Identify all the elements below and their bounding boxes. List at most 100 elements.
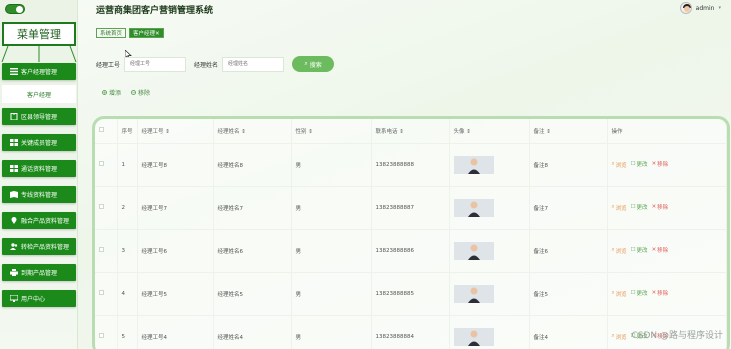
row-select-cell[interactable] [95, 186, 118, 230]
edit-button[interactable]: ☐ 更改 [631, 203, 648, 211]
sidebar-item-label: 融合产品资料管理 [21, 218, 70, 225]
cell-phone: 13823888888 [371, 143, 450, 187]
row-delete-button[interactable]: ✕ 移除 [652, 289, 669, 297]
view-button[interactable]: ⌕ 浏览 [612, 290, 627, 298]
row-select-cell[interactable] [95, 272, 118, 316]
row-checkbox[interactable] [99, 290, 104, 295]
view-button[interactable]: ⌕ 浏览 [612, 161, 627, 169]
delete-button[interactable]: − 移除 [131, 88, 150, 97]
cell-manager-id: 经理工号7 [137, 186, 214, 230]
row-delete-button-label: 移除 [657, 205, 669, 212]
row-checkbox[interactable] [99, 333, 104, 338]
edit-icon: ☐ [630, 247, 636, 254]
tab-home[interactable]: 系统首页 [96, 28, 127, 38]
row-delete-button[interactable]: ✕ 移除 [652, 160, 669, 168]
cell-gender: 男 [291, 229, 372, 273]
select-all-cell[interactable] [95, 119, 118, 144]
sidebar-item-line-data[interactable]: 专线资料管理 [2, 186, 76, 203]
view-button[interactable]: ⌕ 浏览 [612, 333, 627, 341]
manager-id-input[interactable] [124, 56, 187, 72]
cell-avatar [449, 143, 530, 187]
sidebar: 菜单管理 客户经理管理 客户经理 区县领导管理 关键成员管理 通话资料管理 专线… [0, 0, 78, 349]
sidebar-item-manager-mgmt[interactable]: 客户经理管理 [2, 63, 76, 80]
cell-operations: ⌕ 浏览 ☐ 更改 ✕ 移除 [607, 272, 727, 316]
cell-avatar [449, 229, 530, 273]
view-button-label: 浏览 [615, 162, 627, 169]
view-button[interactable]: ⌕ 浏览 [612, 247, 627, 255]
close-icon: ✕ [651, 247, 657, 254]
sidebar-item-user-center[interactable]: 用户中心 [2, 290, 76, 307]
cell-index: 3 [117, 229, 138, 273]
column-header[interactable]: 经理姓名 ⇕ [213, 119, 292, 144]
column-header[interactable]: 联系电话 ⇕ [371, 119, 450, 144]
sidebar-item-fusion-product[interactable]: 融合产品资料管理 [2, 212, 76, 229]
cell-index: 4 [117, 272, 138, 316]
clipboard-icon [10, 113, 18, 120]
sidebar-item-call-data[interactable]: 通话资料管理 [2, 160, 76, 177]
cell-gender: 男 [291, 315, 372, 349]
cell-phone: 13823888886 [371, 229, 450, 273]
row-delete-button[interactable]: ✕ 移除 [652, 203, 669, 211]
manager-name-input[interactable] [222, 56, 285, 72]
cell-index: 1 [117, 143, 138, 187]
sidebar-item-label: 用户中心 [21, 296, 46, 303]
cell-manager-name: 经理姓名7 [213, 186, 292, 230]
row-checkbox[interactable] [99, 204, 104, 209]
row-delete-button[interactable]: ✕ 移除 [652, 246, 669, 254]
row-select-cell[interactable] [95, 143, 118, 187]
magnifier-icon: ⌕ [611, 247, 615, 254]
cell-avatar [449, 186, 530, 230]
row-delete-button-label: 移除 [657, 291, 669, 298]
menu-title: 菜单管理 [2, 22, 76, 46]
add-button[interactable]: + 增添 [102, 88, 121, 97]
row-select-cell[interactable] [95, 315, 118, 349]
cell-avatar [449, 315, 530, 349]
close-icon: ✕ [651, 204, 657, 211]
row-select-cell[interactable] [95, 229, 118, 273]
close-icon: ✕ [651, 161, 657, 168]
minus-icon: − [131, 89, 137, 95]
column-header[interactable]: 头像 ⇕ [449, 119, 530, 144]
add-button-label: 增添 [109, 90, 122, 97]
username: admin [695, 4, 715, 12]
column-header[interactable]: 性别 ⇕ [291, 119, 372, 144]
table-row: 4 经理工号5 经理姓名5 男 13823888885 备注5 ⌕ 浏览 ☐ 更改 ✕ 移除 [95, 272, 727, 316]
edit-button[interactable]: ☐ 更改 [631, 160, 648, 168]
magnifier-icon: ⌕ [611, 290, 615, 297]
avatar [679, 2, 692, 14]
edit-button[interactable]: ☐ 更改 [631, 289, 648, 297]
row-checkbox[interactable] [99, 161, 104, 166]
sidebar-item-label: 转检产品资料管理 [21, 244, 70, 251]
row-delete-button-label: 移除 [657, 162, 669, 169]
select-all-checkbox[interactable] [99, 127, 104, 133]
view-button[interactable]: ⌕ 浏览 [612, 204, 627, 212]
cell-avatar [449, 272, 530, 316]
sidebar-item-transfer-product[interactable]: 转检产品资料管理 [2, 238, 76, 255]
sidebar-item-county-leader[interactable]: 区县领导管理 [2, 108, 76, 125]
cell-gender: 男 [291, 272, 372, 316]
column-header[interactable]: 经理工号 ⇕ [137, 119, 214, 144]
cell-note: 备注6 [529, 229, 608, 273]
menu-tree-lines [1, 46, 77, 62]
sidebar-item-key-member[interactable]: 关键成员管理 [2, 134, 76, 151]
sidebar-item-expiring-product[interactable]: 到期产品管理 [2, 264, 76, 281]
close-icon: ✕ [651, 290, 657, 297]
avatar-photo [453, 241, 494, 260]
view-button-label: 浏览 [615, 334, 627, 341]
magnifier-icon: ⌕ [611, 333, 615, 340]
top-header: 运营商集团客户营销管理系统 admin ▾ [78, 0, 731, 20]
sidebar-subitem-manager[interactable]: 客户经理 [2, 85, 76, 103]
edit-button[interactable]: ☐ 更改 [631, 246, 648, 254]
list-icon [10, 68, 18, 75]
column-header[interactable]: 备注 ⇕ [529, 119, 608, 144]
app-title: 运营商集团客户营销管理系统 [96, 6, 214, 16]
row-checkbox[interactable] [99, 247, 104, 252]
cell-note: 备注8 [529, 143, 608, 187]
edit-button-label: 更改 [636, 291, 648, 298]
cell-index: 5 [117, 315, 138, 349]
sidebar-toggle[interactable] [5, 4, 25, 14]
tab-customer-manager[interactable]: 客户经理✕ [129, 28, 164, 38]
cell-manager-name: 经理姓名4 [213, 315, 292, 349]
search-button[interactable]: ⌕ 搜索 [292, 56, 335, 72]
user-menu[interactable]: admin ▾ [679, 2, 721, 14]
